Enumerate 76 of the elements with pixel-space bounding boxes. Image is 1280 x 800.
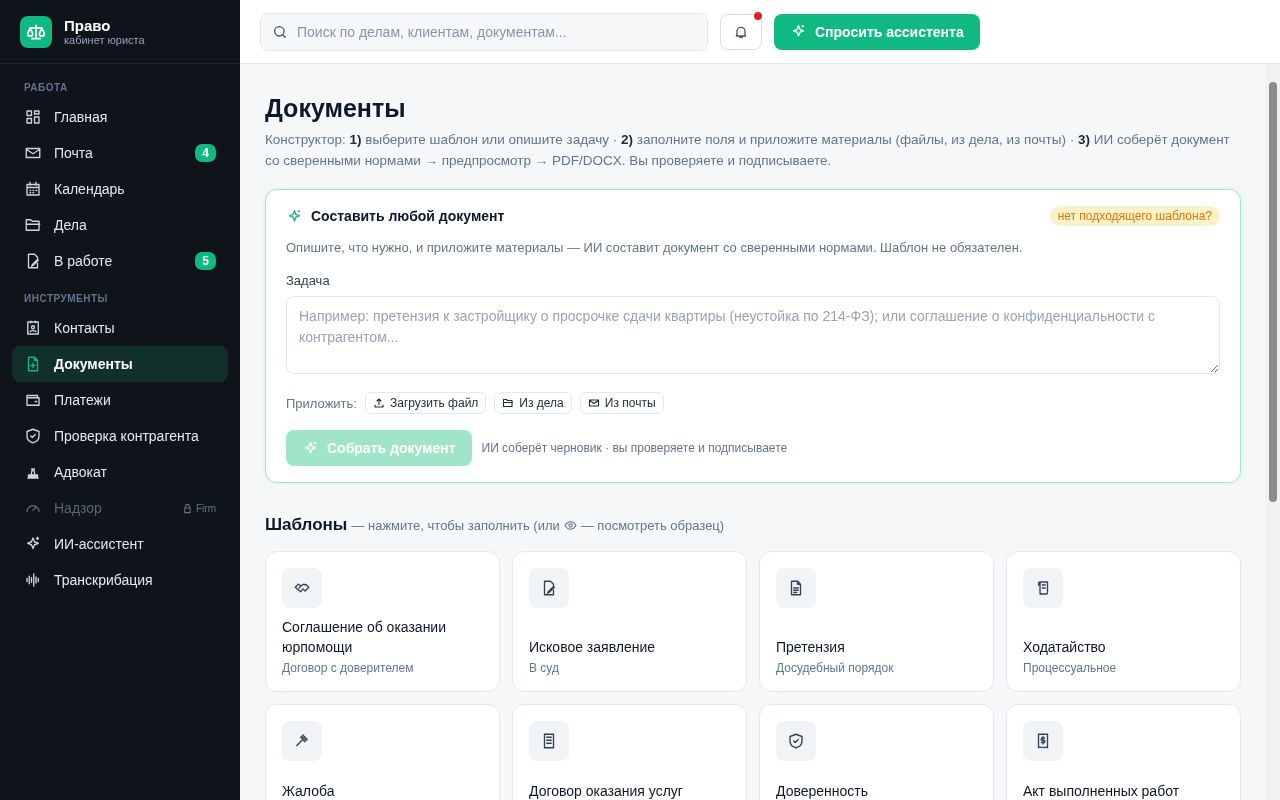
sidebar-item[interactable]: Главная	[12, 99, 228, 135]
template-title: Жалоба	[282, 782, 336, 800]
scrollbar[interactable]	[1265, 64, 1280, 800]
sidebar-item[interactable]: Документы	[12, 346, 228, 382]
template-title: Договор оказания услуг	[529, 782, 684, 800]
sidebar-item[interactable]: Дела	[12, 207, 228, 243]
upload-icon	[372, 397, 385, 409]
field-label: Задача	[286, 273, 331, 288]
receipt-dollar-icon	[1023, 721, 1063, 761]
template-subtitle: Договор с доверителем	[282, 661, 415, 675]
template-subtitle: В суд	[529, 661, 560, 675]
template-card[interactable]: Договор оказания услуг	[512, 704, 747, 800]
build-hint: ИИ соберёт черновик · вы проверяете и подписываете	[481, 441, 788, 455]
section-hint: — нажмите, чтобы заполнить (или	[351, 517, 560, 533]
section-hint: — посмотреть образец)	[580, 517, 725, 533]
gavel-icon	[282, 721, 322, 761]
sidebar-item[interactable]: Адвокат	[12, 454, 228, 490]
template-title: Соглашение об оказании юрпомощи	[282, 618, 447, 657]
page-title: Документы	[265, 94, 407, 123]
section-heading: ИНСТРУМЕНТЫ	[23, 292, 109, 306]
composer-title: Составить любой документ	[311, 208, 506, 224]
hint-tag: нет подходящего шаблона?	[1049, 206, 1220, 226]
sidebar-item[interactable]: Проверка контрагента	[12, 418, 228, 454]
template-card[interactable]: Ходатайство Процессуальное	[1006, 551, 1241, 692]
template-card[interactable]: Доверенность	[759, 704, 994, 800]
template-card[interactable]: Акт выполненных работ	[1006, 704, 1241, 800]
calendar-icon	[24, 180, 42, 198]
grid-icon	[24, 108, 42, 126]
template-title: Исковое заявление	[529, 638, 657, 657]
attach-button[interactable]: Из дела	[494, 392, 572, 414]
section-title: Шаблоны	[265, 515, 348, 535]
composer-description: Опишите, что нужно, и приложите материалы — ИИ составит документ со сверенными нормами. Шаблон не обязателен.	[286, 240, 1024, 255]
task-field[interactable]: Например: претензия к застройщику о просрочке сдачи квартиры (неустойка по 214-ФЗ); или соглашение о конфиденциальности с контрагентом...	[286, 296, 1220, 374]
notifications-button[interactable]	[720, 13, 762, 50]
contact-card-icon	[24, 319, 42, 337]
sidebar-item[interactable]: Почта 4	[12, 135, 228, 171]
template-subtitle: Процессуальное	[1023, 661, 1118, 675]
search-field[interactable]: Поиск по делам, клиентам, документам...	[260, 12, 708, 51]
shield-check-icon	[776, 721, 816, 761]
attach-label: Приложить:	[286, 395, 357, 411]
notebook-icon	[529, 721, 569, 761]
template-card[interactable]: Претензия Досудебный порядок	[759, 551, 994, 692]
scales-logo-icon	[20, 15, 52, 48]
shield-check-icon	[24, 427, 42, 445]
template-title: Претензия	[776, 638, 846, 657]
app-subtitle: кабинет юриста	[64, 34, 145, 46]
sidebar-item[interactable]: ИИ-ассистент	[12, 526, 228, 562]
attach-button[interactable]: Из почты	[579, 392, 664, 414]
count-badge: 4	[195, 144, 216, 162]
document-pen-icon	[529, 568, 569, 608]
page-description: Конструктор: 1) выберите шаблон или опишите задачу · 2) заполните поля и приложите материалы (файлы, из дела, из почты) · 3) ИИ соберёт документ со сверенными нормами → предпросмотр → PDF/DOCX. Вы проверяете и подписываете.	[265, 131, 1231, 170]
sidebar-item[interactable]: Транскрибация	[12, 562, 228, 598]
folder-icon	[502, 397, 515, 409]
eye-icon	[563, 518, 577, 532]
attach-button[interactable]: Загрузить файл	[364, 392, 487, 414]
template-subtitle: Досудебный порядок	[776, 661, 895, 675]
search-icon	[272, 23, 288, 40]
template-card[interactable]: Соглашение об оказании юрпомощи Договор с доверителем	[265, 551, 500, 692]
plan-label: Firm	[196, 502, 216, 514]
section-heading: РАБОТА	[23, 81, 69, 95]
template-title: Акт выполненных работ	[1023, 782, 1181, 800]
template-card[interactable]: Жалоба	[265, 704, 500, 800]
app-name: Право	[64, 17, 112, 34]
document-lines-icon	[776, 568, 816, 608]
sidebar-item[interactable]: Календарь	[12, 171, 228, 207]
template-card[interactable]: Исковое заявление В суд	[512, 551, 747, 692]
count-badge: 5	[195, 252, 216, 270]
folder-icon	[24, 216, 42, 234]
mail-icon	[587, 397, 600, 409]
sidebar-item[interactable]: Контакты	[12, 310, 228, 346]
template-title: Доверенность	[776, 782, 870, 800]
lock-icon	[182, 502, 193, 514]
sidebar-item[interactable]: В работе 5	[12, 243, 228, 279]
sidebar-item[interactable]: Платежи	[12, 382, 228, 418]
template-title: Ходатайство	[1023, 638, 1107, 657]
waveform-icon	[24, 571, 42, 589]
